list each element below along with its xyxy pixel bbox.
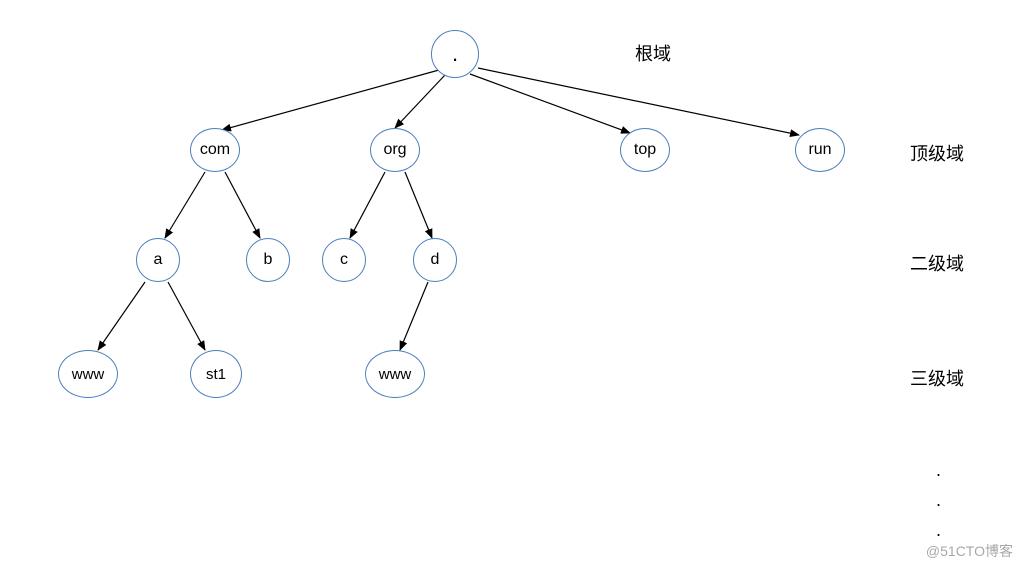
node-org-label: org [383, 141, 406, 159]
node-com: com [190, 128, 240, 172]
ellipsis-dot-2: . [936, 490, 941, 511]
node-www-d-label: www [379, 366, 412, 383]
node-b-label: b [264, 251, 273, 269]
node-root: . [431, 30, 479, 78]
ellipsis-dot-1: . [936, 460, 941, 481]
label-level2: 二级域 [910, 250, 964, 276]
node-run: run [795, 128, 845, 172]
node-root-label: . [452, 41, 458, 67]
node-top: top [620, 128, 670, 172]
tree-edges [0, 0, 1019, 567]
ellipsis-dot-3: . [936, 520, 941, 541]
node-st1: st1 [190, 350, 242, 398]
node-www-d: www [365, 350, 425, 398]
node-www-a-label: www [72, 366, 105, 383]
node-org: org [370, 128, 420, 172]
label-level3: 三级域 [910, 365, 964, 391]
node-d-label: d [431, 251, 440, 269]
node-c-label: c [340, 251, 348, 269]
label-level1: 顶级域 [910, 140, 964, 166]
node-b: b [246, 238, 290, 282]
node-a: a [136, 238, 180, 282]
node-st1-label: st1 [206, 366, 226, 383]
node-www-a: www [58, 350, 118, 398]
node-com-label: com [200, 141, 230, 159]
node-d: d [413, 238, 457, 282]
node-a-label: a [154, 251, 163, 269]
label-root: 根域 [635, 40, 671, 66]
node-run-label: run [808, 141, 831, 159]
node-top-label: top [634, 141, 656, 159]
node-c: c [322, 238, 366, 282]
watermark: @51CTO博客 [926, 541, 1013, 561]
